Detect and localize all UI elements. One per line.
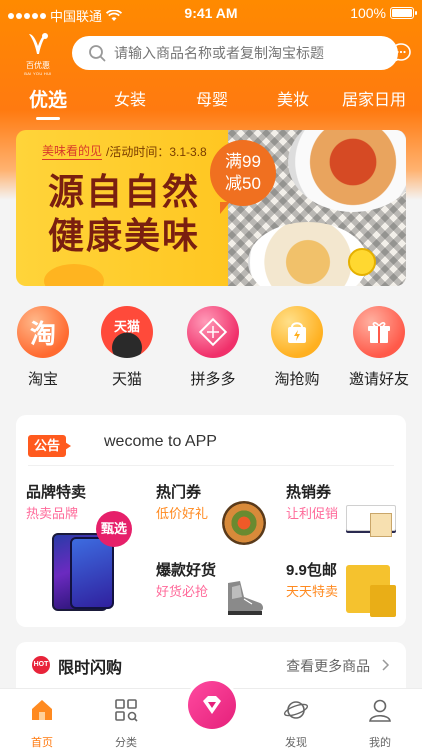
shortcut-grid: 淘 淘宝 天猫 天猫 拼多多 淘抢购 邀请好友 — [0, 306, 422, 392]
tab-label: 我的 — [369, 737, 391, 749]
promo-title: 爆款好货 — [156, 562, 217, 579]
logo-subtext: BAI YOU HUI — [24, 71, 52, 76]
shortcut-invite[interactable]: 邀请好友 — [344, 306, 414, 389]
pinduoduo-glyph-icon — [198, 317, 228, 347]
promo-title: 9.9包邮 — [286, 562, 337, 579]
food-plate-image — [222, 501, 266, 545]
battery-status: 100% — [350, 5, 417, 21]
banner-activity-time: /活动时间：3.1-3.8 — [106, 144, 207, 159]
promo-subtitle: 热卖品牌 — [26, 506, 79, 521]
shortcut-pinduoduo[interactable]: 拼多多 — [178, 306, 248, 389]
invite-gift-icon — [353, 306, 405, 358]
phone-back-image — [70, 537, 114, 609]
notice-tag: 公告 — [28, 435, 71, 457]
tmall-icon: 天猫 — [101, 306, 153, 358]
shortcut-label: 拼多多 — [190, 371, 236, 388]
shortcut-taoqianggou[interactable]: 淘抢购 — [262, 306, 332, 389]
yellow-box-image — [370, 585, 396, 617]
pinduoduo-icon — [187, 306, 239, 358]
banner-subtitle: 美味看的见 /活动时间：3.1-3.8 — [42, 142, 207, 160]
divider — [28, 465, 394, 466]
category-tabs: 优选 女装 母婴 美妆 居家日用 — [0, 86, 422, 120]
shortcut-tmall[interactable]: 天猫 天猫 — [92, 306, 162, 389]
search-bar[interactable] — [72, 36, 398, 70]
chevron-right-icon — [382, 659, 390, 671]
app-logo[interactable]: 百优惠 BAI YOU HUI — [18, 32, 58, 76]
discount-badge-line2: 减50 — [225, 174, 261, 193]
search-input[interactable] — [114, 45, 374, 61]
diamond-logo-icon — [203, 696, 221, 714]
tab-nvzhuang[interactable]: 女装 — [96, 86, 164, 120]
promo-subtitle: 好货必抢 — [156, 584, 209, 599]
shortcut-label: 淘宝 — [27, 371, 58, 388]
choice-badge: 甄选 — [96, 511, 132, 547]
logo-mark-icon — [29, 33, 48, 54]
tab-label: 首页 — [31, 737, 53, 749]
discount-badge: 满99 减50 — [210, 140, 276, 214]
shopping-bag-icon — [288, 322, 306, 343]
shortcut-label: 淘抢购 — [274, 371, 320, 388]
tab-home[interactable]: 首页 — [12, 697, 72, 750]
planet-icon — [283, 701, 309, 719]
lemon-image — [348, 248, 376, 276]
product-box-image — [370, 513, 392, 537]
category-grid-icon — [115, 699, 138, 722]
shortcut-label: 邀请好友 — [348, 371, 409, 388]
bottom-tab-bar: 首页 分类 发现 我的 — [0, 681, 422, 750]
promo-subtitle: 低价好礼 — [156, 506, 209, 521]
tab-jujiariyong[interactable]: 居家日用 — [326, 86, 422, 120]
tab-discover[interactable]: 发现 — [266, 697, 326, 750]
mango-image — [44, 264, 104, 286]
sneaker-image — [228, 581, 263, 615]
tab-label: 分类 — [115, 737, 137, 749]
banner-title: 源自自然 健康美味 — [48, 170, 200, 258]
promo-subtitle: 天天特卖 — [286, 584, 339, 599]
notice-text[interactable]: wecome to APP — [104, 433, 217, 451]
tab-mine[interactable]: 我的 — [350, 697, 410, 750]
message-icon[interactable] — [390, 42, 412, 64]
shortcut-taobao[interactable]: 淘 淘宝 — [8, 306, 78, 389]
tab-meizhuang[interactable]: 美妆 — [260, 86, 326, 120]
promo-card: 公告 wecome to APP 品牌特卖 热卖品牌 甄选 热门券 低价好礼 热… — [16, 415, 406, 627]
view-more-label: 查看更多商品 — [286, 658, 371, 674]
promo-subtitle: 让利促销 — [286, 506, 339, 521]
view-more-link[interactable]: 查看更多商品 — [286, 656, 390, 676]
promo-title: 品牌特卖 — [26, 484, 87, 501]
tab-category[interactable]: 分类 — [96, 697, 156, 750]
banner-tag: 美味看的见 — [42, 144, 103, 160]
logo-text: 百优惠 — [26, 61, 50, 70]
tab-label: 发现 — [285, 737, 307, 749]
promo-title: 热销券 — [286, 484, 332, 501]
battery-icon — [390, 7, 417, 19]
banner-title-line2: 健康美味 — [48, 215, 201, 257]
hot-icon: HOT — [32, 656, 50, 674]
user-icon — [369, 699, 391, 722]
shortcut-label: 天猫 — [111, 371, 142, 388]
gift-icon — [368, 322, 390, 343]
center-action-button[interactable] — [188, 681, 236, 729]
tab-youxuan[interactable]: 优选 — [0, 86, 96, 120]
promo-title: 热门券 — [156, 484, 202, 501]
battery-percent: 100% — [350, 5, 386, 21]
flash-sale-title: 限时闪购 — [58, 660, 123, 677]
taoqianggou-icon — [271, 306, 323, 358]
tab-muying[interactable]: 母婴 — [164, 86, 260, 120]
status-bar: 中国联通 9:41 AM 100% — [0, 0, 422, 28]
app-header: 百优惠 BAI YOU HUI — [0, 32, 422, 76]
discount-badge-line1: 满99 — [225, 152, 261, 171]
search-icon — [89, 45, 106, 62]
promo-banner[interactable]: 美味看的见 /活动时间：3.1-3.8 源自自然 健康美味 满99 减50 — [16, 130, 406, 286]
banner-title-line1: 源自自然 — [48, 171, 201, 213]
taobao-icon: 淘 — [17, 306, 69, 358]
home-icon — [32, 700, 52, 720]
